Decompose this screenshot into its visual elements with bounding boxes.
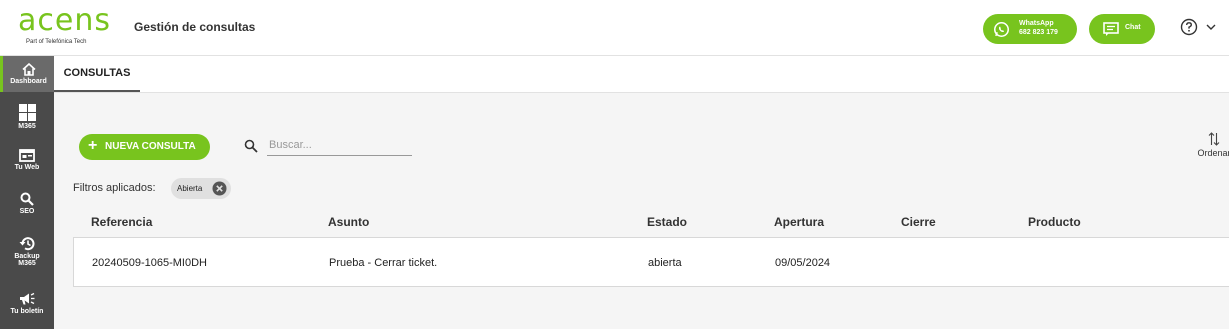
search-icon [20, 192, 34, 206]
filter-chip: Abierta [171, 178, 231, 199]
backup-icon [19, 237, 35, 251]
logo-wordmark: acens [18, 3, 111, 38]
home-icon [21, 63, 36, 76]
sidebar-item-tu-boletin[interactable]: Tu boletín [0, 292, 54, 315]
new-consulta-label: NUEVA CONSULTA [105, 141, 196, 152]
whatsapp-label: WhatsApp [1019, 20, 1054, 27]
cell-apertura: 09/05/2024 [775, 257, 831, 269]
logo-tagline: Part of Telefónica Tech [26, 39, 87, 45]
filters-label: Filtros aplicados: [73, 182, 156, 194]
sidebar-item-label: M365 [18, 123, 36, 130]
tab-consultas[interactable]: CONSULTAS [54, 56, 140, 92]
new-consulta-button[interactable]: + NUEVA CONSULTA [79, 134, 210, 160]
cell-referencia: 20240509-1065-MI0DH [92, 257, 207, 269]
sidebar: Dashboard M365 Tu Web SEO Backup M365 Tu… [0, 56, 54, 329]
column-header-asunto[interactable]: Asunto [328, 215, 369, 229]
chat-label: Chat [1125, 24, 1141, 31]
help-icon[interactable] [1180, 18, 1198, 36]
sidebar-item-label-line2: M365 [18, 260, 36, 267]
sidebar-item-dashboard[interactable]: Dashboard [0, 56, 54, 92]
page-title: Gestión de consultas [134, 20, 256, 34]
sidebar-item-label: Tu Web [14, 164, 40, 171]
search-input[interactable] [267, 135, 412, 156]
close-icon[interactable] [212, 181, 227, 196]
megaphone-icon [20, 292, 35, 305]
main-content: + NUEVA CONSULTA Ordenar Filtros aplicad… [54, 93, 1229, 329]
table-row[interactable]: 20240509-1065-MI0DH Prueba - Cerrar tick… [73, 237, 1229, 287]
tab-bar: CONSULTAS [54, 56, 1229, 93]
column-header-cierre[interactable]: Cierre [901, 215, 936, 229]
column-header-producto[interactable]: Producto [1028, 215, 1081, 229]
sort-button[interactable]: Ordenar [1194, 132, 1229, 158]
acens-logo[interactable]: acens Part of Telefónica Tech [18, 4, 110, 48]
column-header-referencia[interactable]: Referencia [91, 215, 152, 229]
sidebar-item-label: Backup [14, 253, 40, 260]
sidebar-item-tu-web[interactable]: Tu Web [0, 149, 54, 171]
cell-estado: abierta [648, 257, 682, 269]
sort-icon [1208, 132, 1220, 146]
search-icon [244, 139, 258, 153]
sort-label: Ordenar [1197, 148, 1229, 158]
web-icon [19, 149, 35, 162]
chat-icon [1103, 22, 1119, 36]
sidebar-item-m365[interactable]: M365 [0, 104, 54, 130]
windows-icon [18, 104, 36, 121]
sidebar-item-backup-m365[interactable]: Backup M365 [0, 236, 54, 267]
whatsapp-number: 682 823 179 [1019, 29, 1058, 36]
column-header-apertura[interactable]: Apertura [774, 215, 824, 229]
cell-asunto: Prueba - Cerrar ticket. [329, 257, 438, 269]
chat-button[interactable]: Chat [1089, 14, 1155, 44]
sidebar-item-label: SEO [19, 208, 35, 215]
top-bar: acens Part of Telefónica Tech Gestión de… [0, 0, 1229, 56]
chevron-down-icon[interactable] [1206, 24, 1216, 30]
sidebar-item-label: Tu boletín [10, 308, 44, 315]
whatsapp-icon [993, 21, 1010, 38]
filter-chip-label: Abierta [177, 184, 203, 193]
plus-icon: + [88, 137, 98, 154]
sidebar-item-seo[interactable]: SEO [0, 192, 54, 215]
sidebar-item-label: Dashboard [10, 78, 47, 85]
column-header-estado[interactable]: Estado [647, 215, 687, 229]
whatsapp-button[interactable]: WhatsApp 682 823 179 [983, 14, 1077, 44]
